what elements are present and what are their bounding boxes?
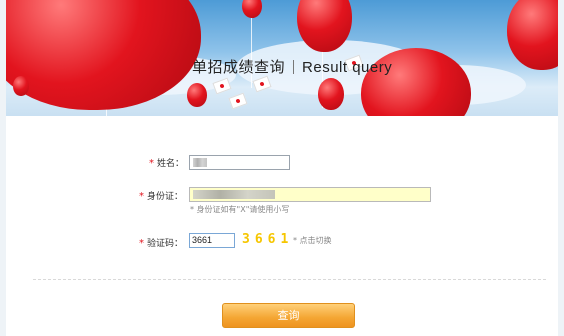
id-card-label-text: 身份证： (147, 192, 184, 202)
captcha-image[interactable]: 3661 (242, 232, 293, 247)
query-button[interactable]: 查询 (222, 303, 355, 328)
id-card-redacted (193, 190, 275, 199)
name-redacted (193, 158, 207, 167)
captcha-switch-link[interactable]: * 点击切换 (293, 235, 332, 246)
title-divider (293, 60, 295, 74)
page-title-en: Result query (302, 59, 393, 76)
page-title-cn: 单招成绩查询 (192, 58, 286, 76)
required-star-icon: * (149, 158, 154, 169)
header-banner: 单招成绩查询 Result query (6, 0, 558, 116)
name-label-text: 姓名： (157, 159, 185, 169)
page-title: 单招成绩查询 Result query (192, 56, 392, 78)
captcha-label-text: 验证码： (147, 239, 184, 249)
required-star-icon: * (139, 191, 144, 202)
captcha-input[interactable]: 3661 (189, 233, 235, 248)
name-label: * 姓名： (149, 156, 184, 169)
required-star-icon: * (139, 238, 144, 249)
id-card-label: * 身份证： (139, 189, 183, 202)
captcha-label: * 验证码： (139, 236, 183, 249)
id-card-hint: * 身份证如有"X"请使用小写 (190, 205, 290, 214)
divider (33, 279, 546, 280)
